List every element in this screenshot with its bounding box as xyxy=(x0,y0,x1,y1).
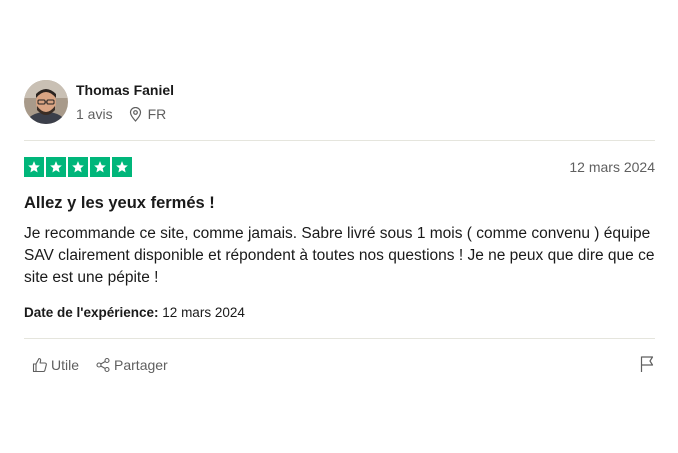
star-icon xyxy=(68,157,88,177)
star-icon xyxy=(46,157,66,177)
rating-row: 12 mars 2024 xyxy=(24,157,655,177)
star-icon xyxy=(24,157,44,177)
share-button[interactable]: Partager xyxy=(87,357,176,373)
share-label: Partager xyxy=(114,357,168,373)
report-button[interactable] xyxy=(639,355,655,378)
useful-button[interactable]: Utile xyxy=(24,357,87,373)
avatar[interactable] xyxy=(24,80,68,124)
experience-date: 12 mars 2024 xyxy=(162,305,245,320)
review-actions: Utile Partager xyxy=(24,355,655,375)
review-count: 1 avis xyxy=(76,106,113,122)
star-icon xyxy=(112,157,132,177)
divider xyxy=(24,140,655,141)
review-card: Thomas Faniel 1 avis FR 12 mars 2024 All… xyxy=(24,79,655,375)
star-icon xyxy=(90,157,110,177)
review-date: 12 mars 2024 xyxy=(569,159,655,175)
map-pin-icon xyxy=(129,106,142,122)
star-rating xyxy=(24,157,132,177)
divider xyxy=(24,338,655,339)
reviewer-name[interactable]: Thomas Faniel xyxy=(76,81,174,99)
thumbs-up-icon xyxy=(32,357,48,373)
useful-label: Utile xyxy=(51,357,80,373)
experience-date-row: Date de l'expérience: 12 mars 2024 xyxy=(24,304,655,322)
flag-icon xyxy=(639,355,655,378)
reviewer-header: Thomas Faniel 1 avis FR xyxy=(24,79,655,125)
reviewer-country: FR xyxy=(147,106,167,122)
review-title[interactable]: Allez y les yeux fermés ! xyxy=(24,193,655,213)
review-body: Je recommande ce site, comme jamais. Sab… xyxy=(24,225,655,286)
reviewer-meta: 1 avis FR xyxy=(76,105,174,123)
reviewer-info: Thomas Faniel 1 avis FR xyxy=(76,81,174,123)
share-icon xyxy=(95,357,111,373)
experience-label: Date de l'expérience: xyxy=(24,305,159,320)
